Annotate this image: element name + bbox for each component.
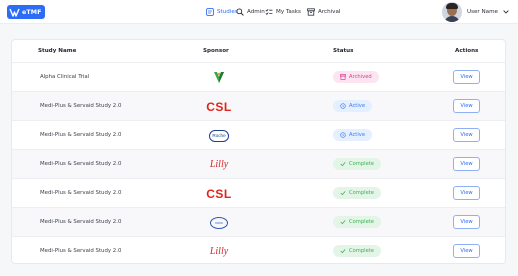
study-name: Medi-Plus & Servaid Study 2.0 [40,248,122,254]
check-icon [340,219,346,225]
check-icon [340,190,346,196]
nav-my-tasks[interactable]: My Tasks [264,7,301,16]
status-label: Complete [349,190,375,196]
study-name: Medi-Plus & Servaid Study 2.0 [40,219,122,225]
logo-mark-icon [7,5,21,19]
view-button[interactable]: View [453,128,480,142]
status-badge: Active [333,129,373,141]
table-row: Medi-Plus & Servaid Study 2.0 Roche Acti… [12,120,505,149]
green-v-logo-icon [214,72,224,83]
study-name: Medi-Plus & Servaid Study 2.0 [40,190,122,196]
status-badge: Active [333,100,373,112]
study-name: Medi-Plus & Servaid Study 2.0 [40,161,122,167]
studies-icon [205,7,214,16]
status-label: Archived [349,74,372,80]
table-row: Alpha Clinical Trial Archived View [12,62,505,91]
archival-icon [306,7,315,16]
avatar [441,2,462,22]
check-icon [340,161,346,167]
table-row: Medi-Plus & Servaid Study 2.0 CSL Comple… [12,178,505,207]
top-bar: eTMF Studies Admin My Tasks Archival Use… [0,0,518,24]
sponsor-logo-roche: Roche [205,127,233,144]
user-name: User Name [466,9,498,15]
table-row: Medi-Plus & Servaid Study 2.0 CSL Active… [12,91,505,120]
view-button[interactable]: View [453,70,480,84]
sponsor-logo-green-v [205,69,233,86]
sponsor-logo-novo: novo [205,214,233,231]
sponsor-logo-lilly: Lilly [209,159,229,170]
active-status-icon [340,103,346,109]
study-name: Alpha Clinical Trial [40,74,90,80]
nav-studies[interactable]: Studies [205,7,238,16]
nav-archival-label: Archival [318,8,341,15]
view-button[interactable]: View [453,157,480,171]
admin-icon [235,7,244,16]
status-label: Active [349,132,366,138]
header-sponsor: Sponsor [203,48,229,54]
nav-admin[interactable]: Admin [235,7,265,16]
view-button[interactable]: View [453,215,480,229]
studies-table: Study Name Sponsor Status Actions Alpha … [11,39,506,264]
user-menu[interactable]: User Name [441,2,510,22]
status-label: Complete [349,161,375,167]
view-button[interactable]: View [453,244,480,258]
table-row: Medi-Plus & Servaid Study 2.0 Lilly Comp… [12,149,505,178]
view-button[interactable]: View [453,186,480,200]
status-badge: Complete [333,187,382,199]
nav-admin-label: Admin [247,8,265,15]
status-badge: Archived [333,71,379,83]
table-row: Medi-Plus & Servaid Study 2.0 novo Compl… [12,207,505,236]
archive-status-icon [340,74,346,80]
check-icon [340,248,346,254]
header-actions: Actions [455,48,479,54]
status-label: Complete [349,248,375,254]
sponsor-logo-csl: CSL [206,186,232,201]
table-header: Study Name Sponsor Status Actions [12,40,505,62]
chevron-down-icon [503,9,510,16]
active-status-icon [340,132,346,138]
app-logo[interactable]: eTMF [7,5,45,19]
table-row: Medi-Plus & Servaid Study 2.0 Lilly Comp… [12,236,505,265]
logo-text: eTMF [22,8,42,16]
status-badge: Complete [333,245,382,257]
header-status: Status [333,48,354,54]
status-label: Active [349,103,366,109]
view-button[interactable]: View [453,99,480,113]
nav-my-tasks-label: My Tasks [276,8,301,15]
study-name: Medi-Plus & Servaid Study 2.0 [40,103,122,109]
header-study-name: Study Name [38,48,77,54]
tasks-icon [264,7,273,16]
sponsor-logo-csl: CSL [206,99,232,114]
sponsor-logo-lilly: Lilly [209,246,229,257]
nav-archival[interactable]: Archival [306,7,340,16]
study-name: Medi-Plus & Servaid Study 2.0 [40,132,122,138]
status-badge: Complete [333,216,382,228]
status-badge: Complete [333,158,382,170]
status-label: Complete [349,219,375,225]
